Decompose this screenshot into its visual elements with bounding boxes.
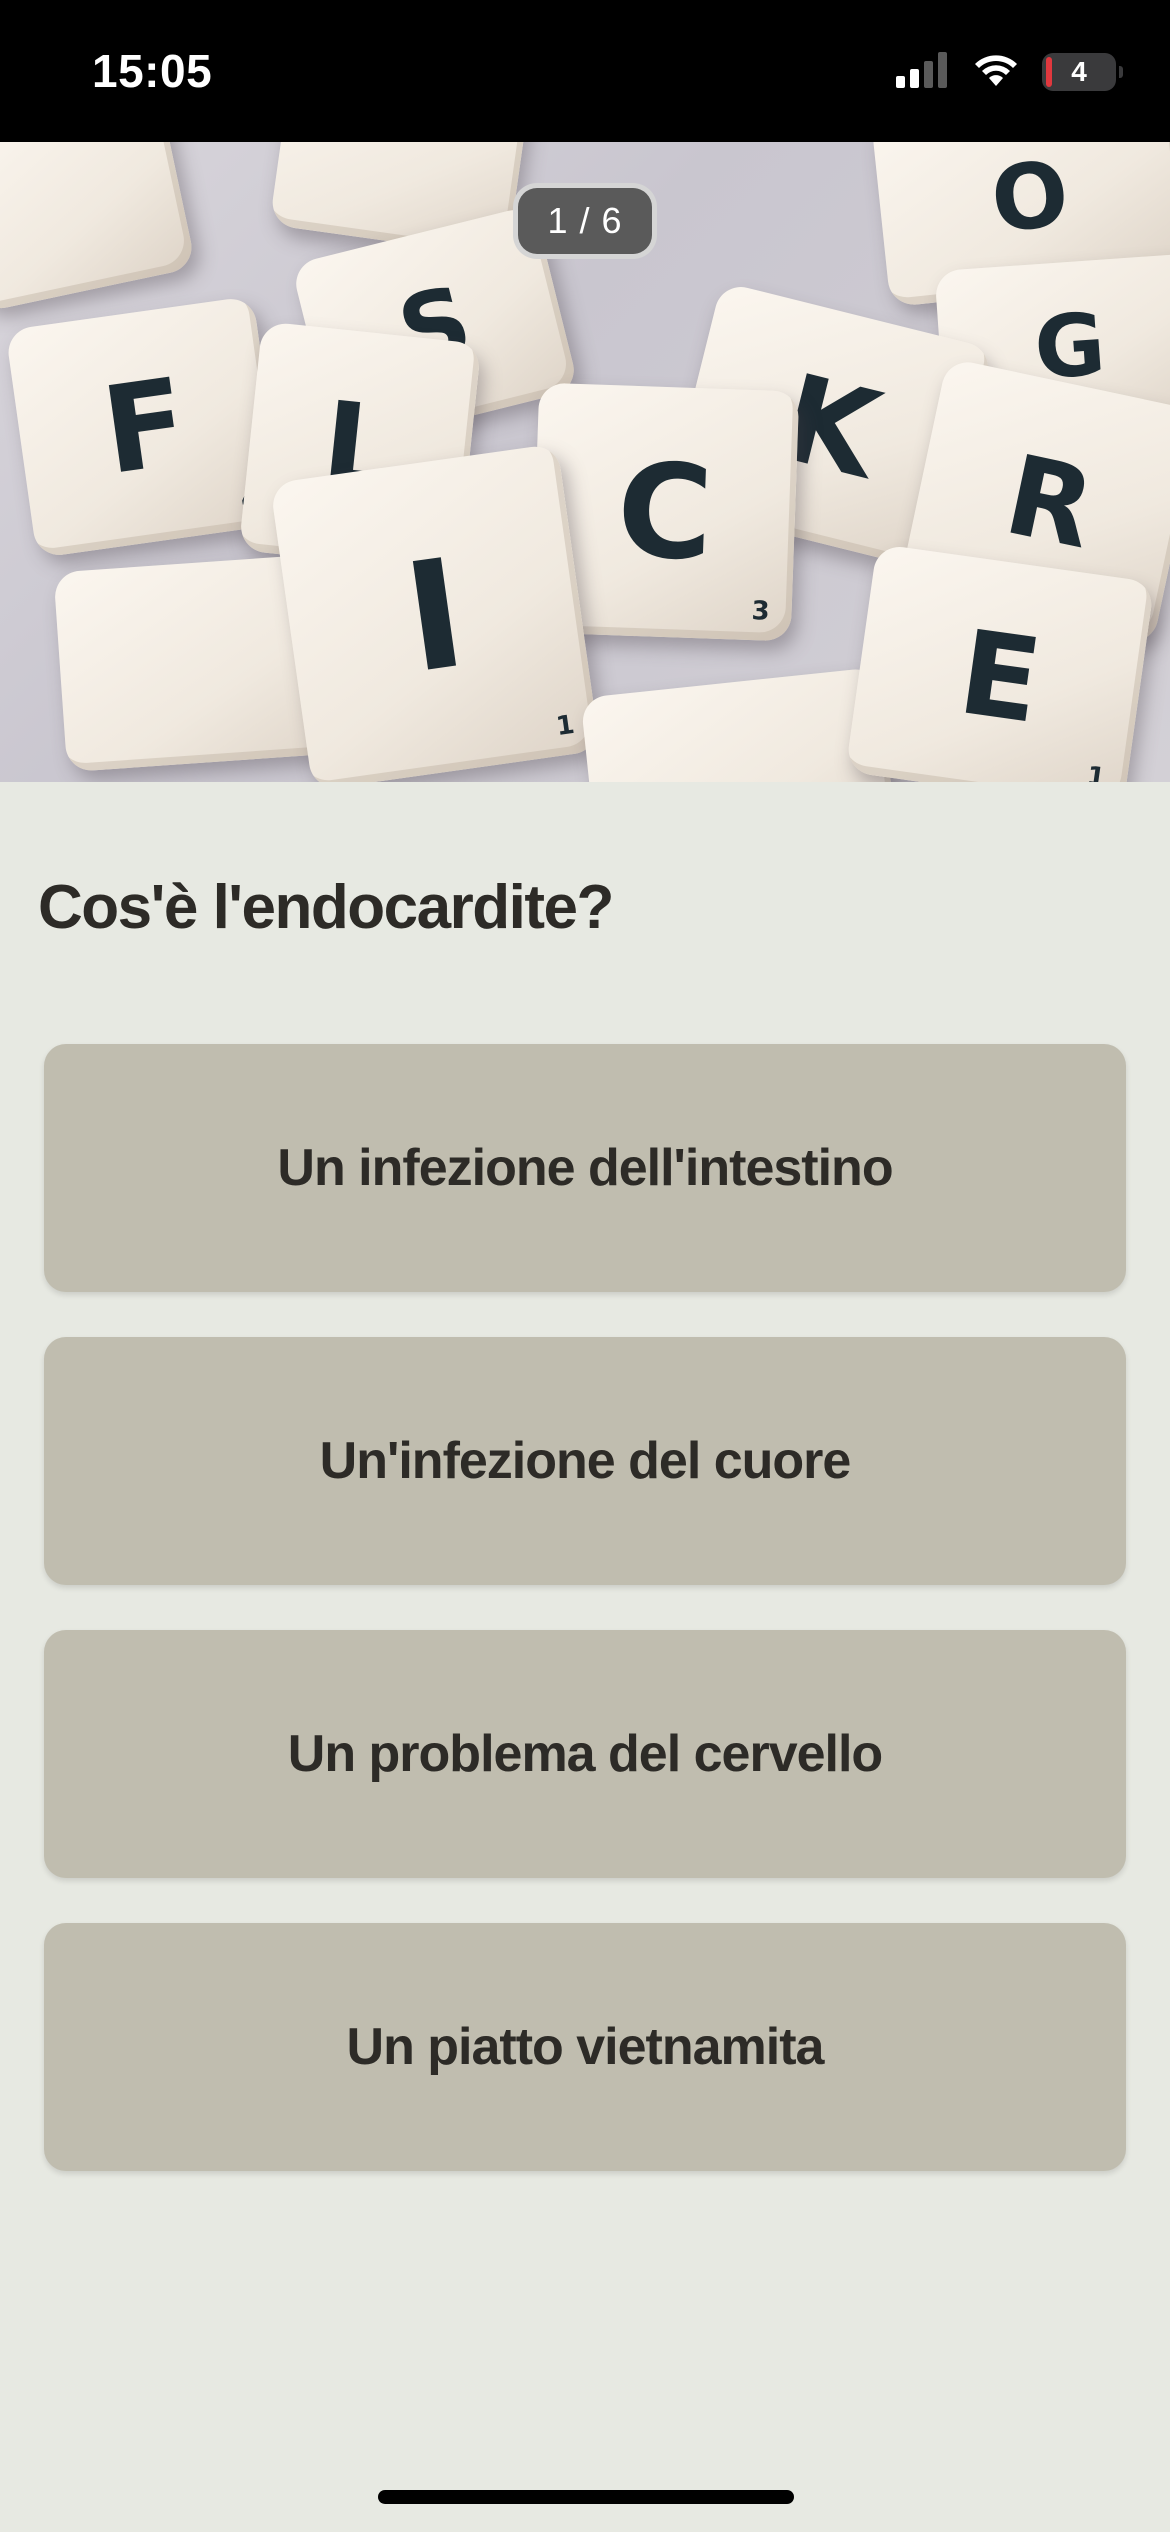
answer-option-3[interactable]: Un problema del cervello <box>44 1630 1126 1878</box>
home-indicator[interactable] <box>378 2490 794 2504</box>
status-time: 15:05 <box>92 45 213 97</box>
status-icons: 4 <box>896 50 1123 94</box>
status-bar: 15:05 4 <box>0 0 1170 142</box>
answer-option-2[interactable]: Un'infezione del cuore <box>44 1337 1126 1585</box>
answer-option-1[interactable]: Un infezione dell'intestino <box>44 1044 1126 1292</box>
letter-tile: I 1 <box>269 443 601 782</box>
letter-tile <box>0 142 197 313</box>
answer-list: Un infezione dell'intestino Un'infezione… <box>44 1044 1126 2216</box>
question-title: Cos'è l'endocardite? <box>38 873 614 942</box>
question-counter: 1 / 6 <box>513 183 657 259</box>
battery-icon: 4 <box>1042 53 1123 91</box>
wifi-icon <box>972 52 1020 93</box>
answer-option-4[interactable]: Un piatto vietnamita <box>44 1923 1126 2171</box>
battery-level: 4 <box>1071 56 1087 87</box>
letter-tile: E 1 <box>845 543 1155 782</box>
cellular-signal-icon <box>896 51 950 93</box>
